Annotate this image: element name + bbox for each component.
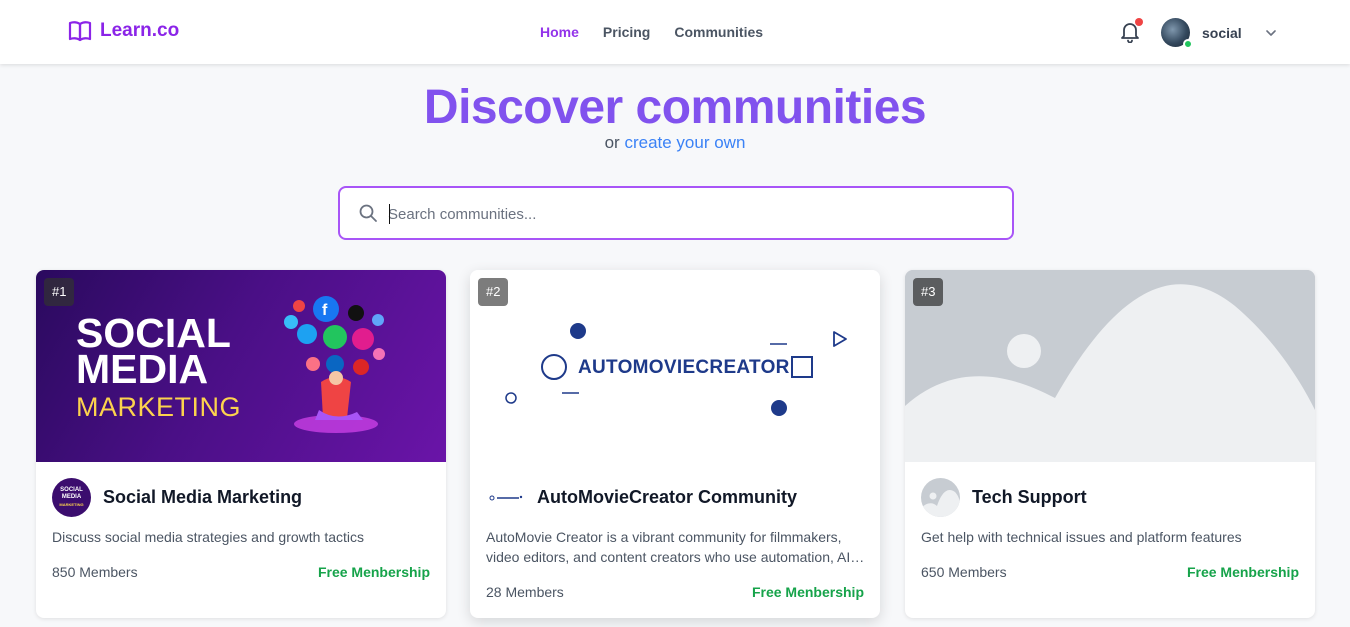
member-count: 650 Members [921, 564, 1007, 580]
community-name[interactable]: AutoMovieCreator Community [537, 487, 797, 508]
membership-label: Free Menbership [751, 584, 864, 600]
page-title: Discover communities [423, 81, 927, 134]
nav-communities[interactable]: Communities [674, 24, 763, 40]
nav-pricing[interactable]: Pricing [603, 24, 650, 40]
community-description: Get help with technical issues and platf… [921, 529, 1242, 545]
community-avatar [486, 478, 525, 517]
member-count: 850 Members [52, 564, 138, 580]
username: social [1202, 24, 1242, 41]
community-card-automoviecreator[interactable]: AUTOMOVIECREATOR #2 AutoMovieCreator Com… [470, 270, 880, 618]
search-box[interactable] [338, 186, 1014, 240]
search-input[interactable] [388, 200, 988, 228]
hero-subtitle: or create your own [0, 133, 1350, 153]
svg-text:f: f [322, 302, 328, 319]
community-banner: AUTOMOVIECREATOR #2 [470, 270, 880, 462]
top-navbar: Learn.co Home Pricing Communities social [0, 0, 1350, 64]
community-banner: #3 [905, 270, 1315, 462]
avatar-text-line-2: MEDIA [61, 494, 82, 500]
user-menu[interactable]: social [1161, 18, 1278, 49]
mini-logo-icon [489, 495, 522, 500]
notifications-button[interactable] [1120, 18, 1143, 44]
community-name[interactable]: Tech Support [972, 487, 1087, 508]
avatar-text-line-1: SOCIAL [60, 487, 83, 493]
social-icons-illustration: f [284, 296, 385, 433]
community-description: AutoMovie Creator is a vibrant community… [486, 529, 855, 565]
community-description: Discuss social media strategies and grow… [52, 529, 365, 545]
community-card-tech-support[interactable]: #3 Tech Support Get help with technical … [905, 270, 1315, 618]
book-open-icon [68, 21, 92, 42]
banner-text-line-3: MARKETING [76, 392, 242, 422]
avatar-placeholder-icon [921, 489, 960, 517]
avatar-text-line-3: MARKETING [59, 502, 84, 507]
membership-label: Free Menbership [1186, 564, 1299, 580]
nav-home[interactable]: Home [540, 24, 579, 40]
community-banner: SOCIAL MEDIA MARKETING f #1 [36, 270, 446, 462]
image-placeholder-icon [905, 270, 1315, 462]
search-icon [359, 204, 377, 222]
rank-badge: #3 [913, 278, 944, 306]
rank-badge: #2 [478, 278, 509, 306]
main-nav: Home Pricing Communities [540, 24, 763, 40]
brand-name: Learn.co [100, 20, 180, 41]
avatar[interactable] [1161, 18, 1193, 49]
community-card-social-media-marketing[interactable]: SOCIAL MEDIA MARKETING f #1 SOCIAL MEDIA… [36, 270, 446, 618]
member-count: 28 Members [486, 584, 564, 600]
brand-logo[interactable]: Learn.co [68, 20, 179, 42]
chevron-down-icon[interactable] [1264, 26, 1278, 40]
banner-logo-text: AUTOMOVIECREATOR [578, 357, 790, 378]
text-cursor [389, 204, 390, 224]
community-avatar: SOCIAL MEDIA MARKETING [52, 478, 91, 517]
card-header: SOCIAL MEDIA MARKETING Social Media Mark… [52, 478, 302, 517]
rank-badge: #1 [44, 278, 75, 306]
online-status-dot [1183, 39, 1193, 49]
banner-text-line-2: MEDIA [76, 346, 209, 392]
membership-label: Free Menbership [317, 564, 430, 580]
community-avatar [921, 478, 960, 517]
notification-dot [1135, 18, 1143, 26]
card-header: AutoMovieCreator Community [486, 478, 797, 517]
community-name[interactable]: Social Media Marketing [103, 487, 302, 508]
card-header: Tech Support [921, 478, 1087, 517]
create-community-link[interactable]: create your own [624, 133, 745, 152]
subtitle-prefix: or [604, 133, 620, 152]
